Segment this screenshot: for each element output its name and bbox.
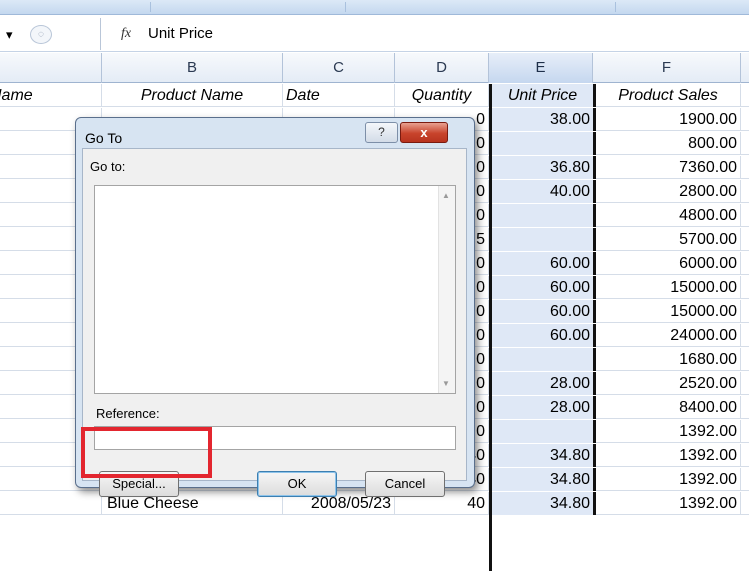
cell-f[interactable]: 2520.00 [596, 372, 741, 395]
close-button[interactable]: x [400, 122, 448, 143]
cell-e[interactable] [492, 420, 596, 443]
cell-f[interactable]: 1392.00 [596, 468, 741, 491]
column-header-e[interactable]: E [489, 53, 593, 83]
cell-f[interactable]: 6000.00 [596, 252, 741, 275]
ok-button[interactable]: OK [257, 471, 337, 497]
name-box-expand-icon[interactable]: ◌ [30, 25, 52, 44]
header-data-row: Name Product Name Date Quantity Unit Pri… [0, 84, 749, 107]
cell-f[interactable]: 2800.00 [596, 180, 741, 203]
formula-bar: ▾ ◌ fx Unit Price [0, 16, 749, 52]
goto-list[interactable]: ▲ ▼ [94, 185, 456, 394]
scroll-up-arrow-icon[interactable]: ▲ [442, 191, 450, 200]
cell-e[interactable]: 34.80 [492, 444, 596, 467]
cell-f[interactable]: 800.00 [596, 132, 741, 155]
cell-f[interactable]: 15000.00 [596, 276, 741, 299]
help-button[interactable]: ? [365, 122, 398, 143]
ribbon-divider [150, 2, 151, 12]
dialog-title: Go To [85, 130, 123, 146]
name-box-dropdown-icon[interactable]: ▾ [6, 27, 13, 43]
ribbon-strip [0, 0, 749, 15]
reference-label: Reference: [96, 406, 160, 421]
cell-e[interactable]: 28.00 [492, 396, 596, 419]
cell-f[interactable]: 1392.00 [596, 492, 741, 515]
cell-f[interactable]: 1392.00 [596, 444, 741, 467]
cell-e[interactable]: 40.00 [492, 180, 596, 203]
column-headers: B C D E F [0, 53, 749, 83]
cell-e[interactable]: 60.00 [492, 324, 596, 347]
scroll-down-arrow-icon[interactable]: ▼ [442, 379, 450, 388]
cell-e[interactable]: 28.00 [492, 372, 596, 395]
formula-input-area[interactable]: fx Unit Price [100, 18, 749, 50]
cell-f[interactable]: 7360.00 [596, 156, 741, 179]
cell-quantity-header[interactable]: Quantity [395, 84, 489, 107]
cell-f[interactable]: 15000.00 [596, 300, 741, 323]
cell-e[interactable] [492, 348, 596, 371]
cell-unit-price-header[interactable]: Unit Price [492, 84, 596, 107]
cell-e[interactable] [492, 228, 596, 251]
cell-f[interactable]: 8400.00 [596, 396, 741, 419]
cell-e[interactable]: 34.80 [492, 492, 596, 515]
formula-content[interactable]: Unit Price [148, 25, 213, 42]
cell-e[interactable]: 60.00 [492, 276, 596, 299]
cell-f[interactable]: 1392.00 [596, 420, 741, 443]
column-header-d[interactable]: D [395, 53, 489, 83]
cell-f[interactable]: 1680.00 [596, 348, 741, 371]
cell-a[interactable] [0, 492, 102, 515]
cell-e[interactable] [492, 132, 596, 155]
ribbon-divider [615, 2, 616, 12]
cell-e[interactable]: 34.80 [492, 468, 596, 491]
cell-e[interactable]: 60.00 [492, 252, 596, 275]
ribbon-divider [345, 2, 346, 12]
special-button-highlight [81, 427, 212, 478]
selection-border [489, 84, 492, 571]
cell-f[interactable]: 4800.00 [596, 204, 741, 227]
cell-e[interactable]: 60.00 [492, 300, 596, 323]
insert-function-icon[interactable]: fx [121, 26, 131, 42]
goto-label: Go to: [90, 159, 126, 174]
column-header-f[interactable]: F [593, 53, 741, 83]
cell-f[interactable]: 1900.00 [596, 108, 741, 131]
cell-e[interactable]: 36.80 [492, 156, 596, 179]
cell-f[interactable]: 5700.00 [596, 228, 741, 251]
cell-date-header[interactable]: Date [283, 84, 395, 107]
column-header-a[interactable] [0, 53, 102, 83]
cell-e[interactable] [492, 204, 596, 227]
cell-f[interactable]: 24000.00 [596, 324, 741, 347]
column-header-b[interactable]: B [102, 53, 283, 83]
cell-product-name-header[interactable]: Product Name [102, 84, 283, 107]
cell-name-header[interactable]: Name [0, 84, 102, 107]
cell-e[interactable]: 38.00 [492, 108, 596, 131]
cell-product-sales-header[interactable]: Product Sales [596, 84, 741, 107]
cancel-button[interactable]: Cancel [365, 471, 445, 497]
goto-list-scrollbar[interactable]: ▲ ▼ [438, 186, 455, 393]
column-header-c[interactable]: C [283, 53, 395, 83]
